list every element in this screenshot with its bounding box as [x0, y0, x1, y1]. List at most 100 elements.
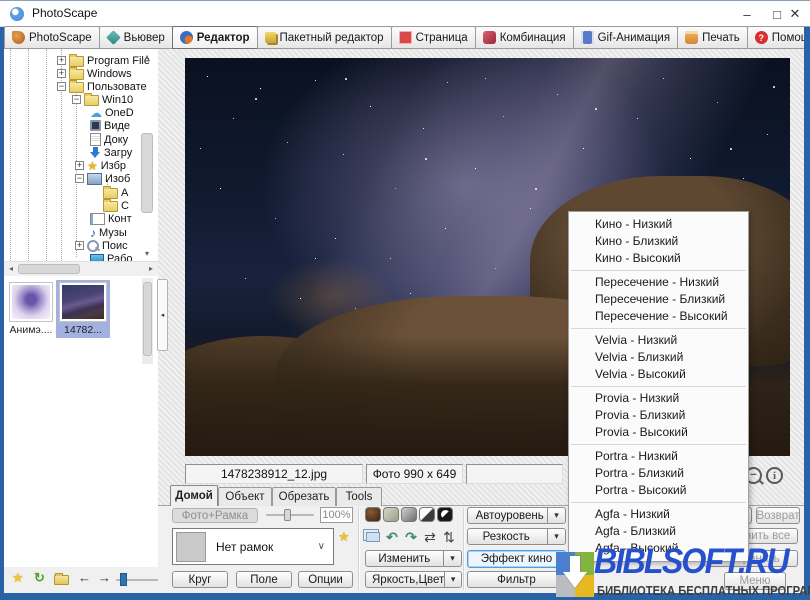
- menu-item-provia-high[interactable]: Provia - Высокий: [569, 424, 748, 441]
- search-icon: [87, 240, 99, 252]
- invert-preset-button[interactable]: [437, 507, 453, 522]
- menu-item-kino-mid[interactable]: Кино - Близкий: [569, 233, 748, 250]
- close-button[interactable]: ✕: [780, 1, 810, 27]
- thumbnail-size-slider-thumb[interactable]: [120, 573, 127, 586]
- auto-level-button[interactable]: Автоуровень: [467, 507, 566, 524]
- redo-action-button[interactable]: Возврат: [756, 507, 800, 524]
- sharpen-button[interactable]: Резкость: [467, 528, 566, 545]
- tree-scroll-up-arrow[interactable]: [140, 52, 154, 62]
- tab-viewer[interactable]: Вьювер: [99, 26, 173, 49]
- tab-batch-editor[interactable]: Пакетный редактор: [257, 26, 392, 49]
- undo-icon[interactable]: [383, 529, 401, 545]
- redo-icon[interactable]: [402, 529, 420, 545]
- refresh-icon[interactable]: [34, 571, 45, 585]
- menu-item-provia-mid[interactable]: Provia - Близкий: [569, 407, 748, 424]
- photo-frame-button[interactable]: Фото+Рамка: [172, 508, 258, 523]
- thumbnail-scrollbar[interactable]: [142, 278, 153, 364]
- filter-button[interactable]: Фильтр: [467, 571, 566, 588]
- tab-page[interactable]: Страница: [391, 26, 476, 49]
- favorite-frame-star-icon[interactable]: [338, 529, 350, 545]
- threshold-preset-button[interactable]: [419, 507, 435, 522]
- tab-gif-animation[interactable]: Gif-Анимация: [573, 26, 679, 49]
- copy-sheets-icon[interactable]: [366, 532, 380, 542]
- chevron-down-icon[interactable]: [547, 508, 565, 523]
- thumbnail-item-selected[interactable]: 14782...: [56, 280, 110, 338]
- expand-icon[interactable]: [75, 241, 84, 250]
- flip-vertical-icon[interactable]: [440, 529, 458, 545]
- tree-item-music[interactable]: Музы: [90, 226, 158, 239]
- chevron-down-icon[interactable]: [443, 551, 461, 566]
- titlebar[interactable]: PhotoScape – □ ✕: [0, 1, 810, 27]
- tab-combine[interactable]: Комбинация: [475, 26, 574, 49]
- tab-crop[interactable]: Обрезать: [272, 487, 336, 506]
- menu-item-agfa-mid[interactable]: Agfa - Близкий: [569, 523, 748, 540]
- flip-horizontal-icon[interactable]: [421, 529, 439, 545]
- favorite-star-icon[interactable]: [12, 571, 24, 585]
- film-effect-button[interactable]: Эффект кино: [467, 550, 566, 568]
- menu-item-velvia-low[interactable]: Velvia - Низкий: [569, 332, 748, 349]
- frame-select-combo[interactable]: Нет рамок: [172, 528, 334, 565]
- tree-scroll-down-arrow[interactable]: [140, 249, 154, 259]
- field-button[interactable]: Поле: [236, 571, 292, 588]
- panel-collapse-button[interactable]: [157, 279, 168, 351]
- next-image-arrow-icon[interactable]: [98, 571, 111, 585]
- resize-button[interactable]: Изменить: [365, 550, 462, 567]
- thumbnail-scrollbar-thumb[interactable]: [143, 282, 152, 356]
- previous-image-arrow-icon[interactable]: [78, 571, 91, 585]
- chevron-down-icon[interactable]: [444, 572, 461, 587]
- tree-item-onedrive[interactable]: OneD: [90, 106, 158, 119]
- menu-item-kino-low[interactable]: Кино - Низкий: [569, 216, 748, 233]
- collapse-icon[interactable]: [75, 174, 84, 183]
- brightness-color-button[interactable]: Яркость,Цвет: [365, 571, 462, 588]
- expand-icon[interactable]: [75, 161, 84, 170]
- tree-horizontal-scrollbar[interactable]: [4, 261, 158, 276]
- tree-item-videos[interactable]: Виде: [90, 119, 158, 132]
- circle-button[interactable]: Круг: [172, 571, 228, 588]
- minimize-button[interactable]: –: [732, 1, 762, 27]
- tree-item-win10[interactable]: Win10: [72, 93, 158, 106]
- collapse-icon[interactable]: [57, 82, 66, 91]
- menu-item-velvia-high[interactable]: Velvia - Высокий: [569, 366, 748, 383]
- info-icon[interactable]: [766, 467, 783, 484]
- tab-help[interactable]: Помощь: [747, 26, 810, 49]
- tree-scroll-right-arrow[interactable]: [146, 264, 156, 274]
- tab-editor[interactable]: Редактор: [172, 26, 258, 49]
- grayscale-preset-button[interactable]: [401, 507, 417, 522]
- sepia-preset-button[interactable]: [365, 507, 381, 522]
- menu-item-cross-mid[interactable]: Пересечение - Близкий: [569, 291, 748, 308]
- thumbnail-item[interactable]: Анимэ....: [9, 282, 53, 336]
- tree-hscrollbar-thumb[interactable]: [18, 264, 80, 274]
- menu-item-portra-low[interactable]: Portra - Низкий: [569, 448, 748, 465]
- options-button[interactable]: Опции: [298, 571, 353, 588]
- menu-item-portra-high[interactable]: Portra - Высокий: [569, 482, 748, 499]
- star-icon: [87, 159, 98, 172]
- open-folder-icon[interactable]: [54, 575, 69, 585]
- pale-preset-button[interactable]: [383, 507, 399, 522]
- menu-item-velvia-mid[interactable]: Velvia - Близкий: [569, 349, 748, 366]
- page-tab-icon: [399, 31, 412, 44]
- tab-object[interactable]: Объект: [218, 487, 272, 506]
- tab-print[interactable]: Печать: [677, 26, 748, 49]
- tab-label: PhotoScape: [29, 32, 92, 44]
- tree-scrollbar-thumb[interactable]: [141, 133, 153, 213]
- frame-opacity-slider-thumb[interactable]: [284, 509, 291, 521]
- tab-home[interactable]: Домой: [170, 485, 218, 506]
- tab-tools[interactable]: Tools: [336, 487, 382, 506]
- tree-item-users[interactable]: Пользовате: [57, 80, 158, 93]
- menu-item-portra-mid[interactable]: Portra - Близкий: [569, 465, 748, 482]
- expand-icon[interactable]: [57, 56, 66, 65]
- tree-guide-line: [10, 49, 11, 261]
- bright-stars-layer: [185, 58, 187, 60]
- menu-item-provia-low[interactable]: Provia - Низкий: [569, 390, 748, 407]
- tree-scroll-left-arrow[interactable]: [6, 264, 16, 274]
- menu-item-cross-low[interactable]: Пересечение - Низкий: [569, 274, 748, 291]
- tree-item-windows[interactable]: Windows: [57, 67, 158, 80]
- menu-item-cross-high[interactable]: Пересечение - Высокий: [569, 308, 748, 325]
- expand-icon[interactable]: [57, 69, 66, 78]
- chevron-down-icon[interactable]: [547, 529, 565, 544]
- menu-item-agfa-low[interactable]: Agfa - Низкий: [569, 506, 748, 523]
- tree-item-contacts[interactable]: Конт: [90, 212, 158, 225]
- tab-photoscape[interactable]: PhotoScape: [4, 26, 100, 49]
- collapse-icon[interactable]: [72, 95, 81, 104]
- menu-item-kino-high[interactable]: Кино - Высокий: [569, 250, 748, 267]
